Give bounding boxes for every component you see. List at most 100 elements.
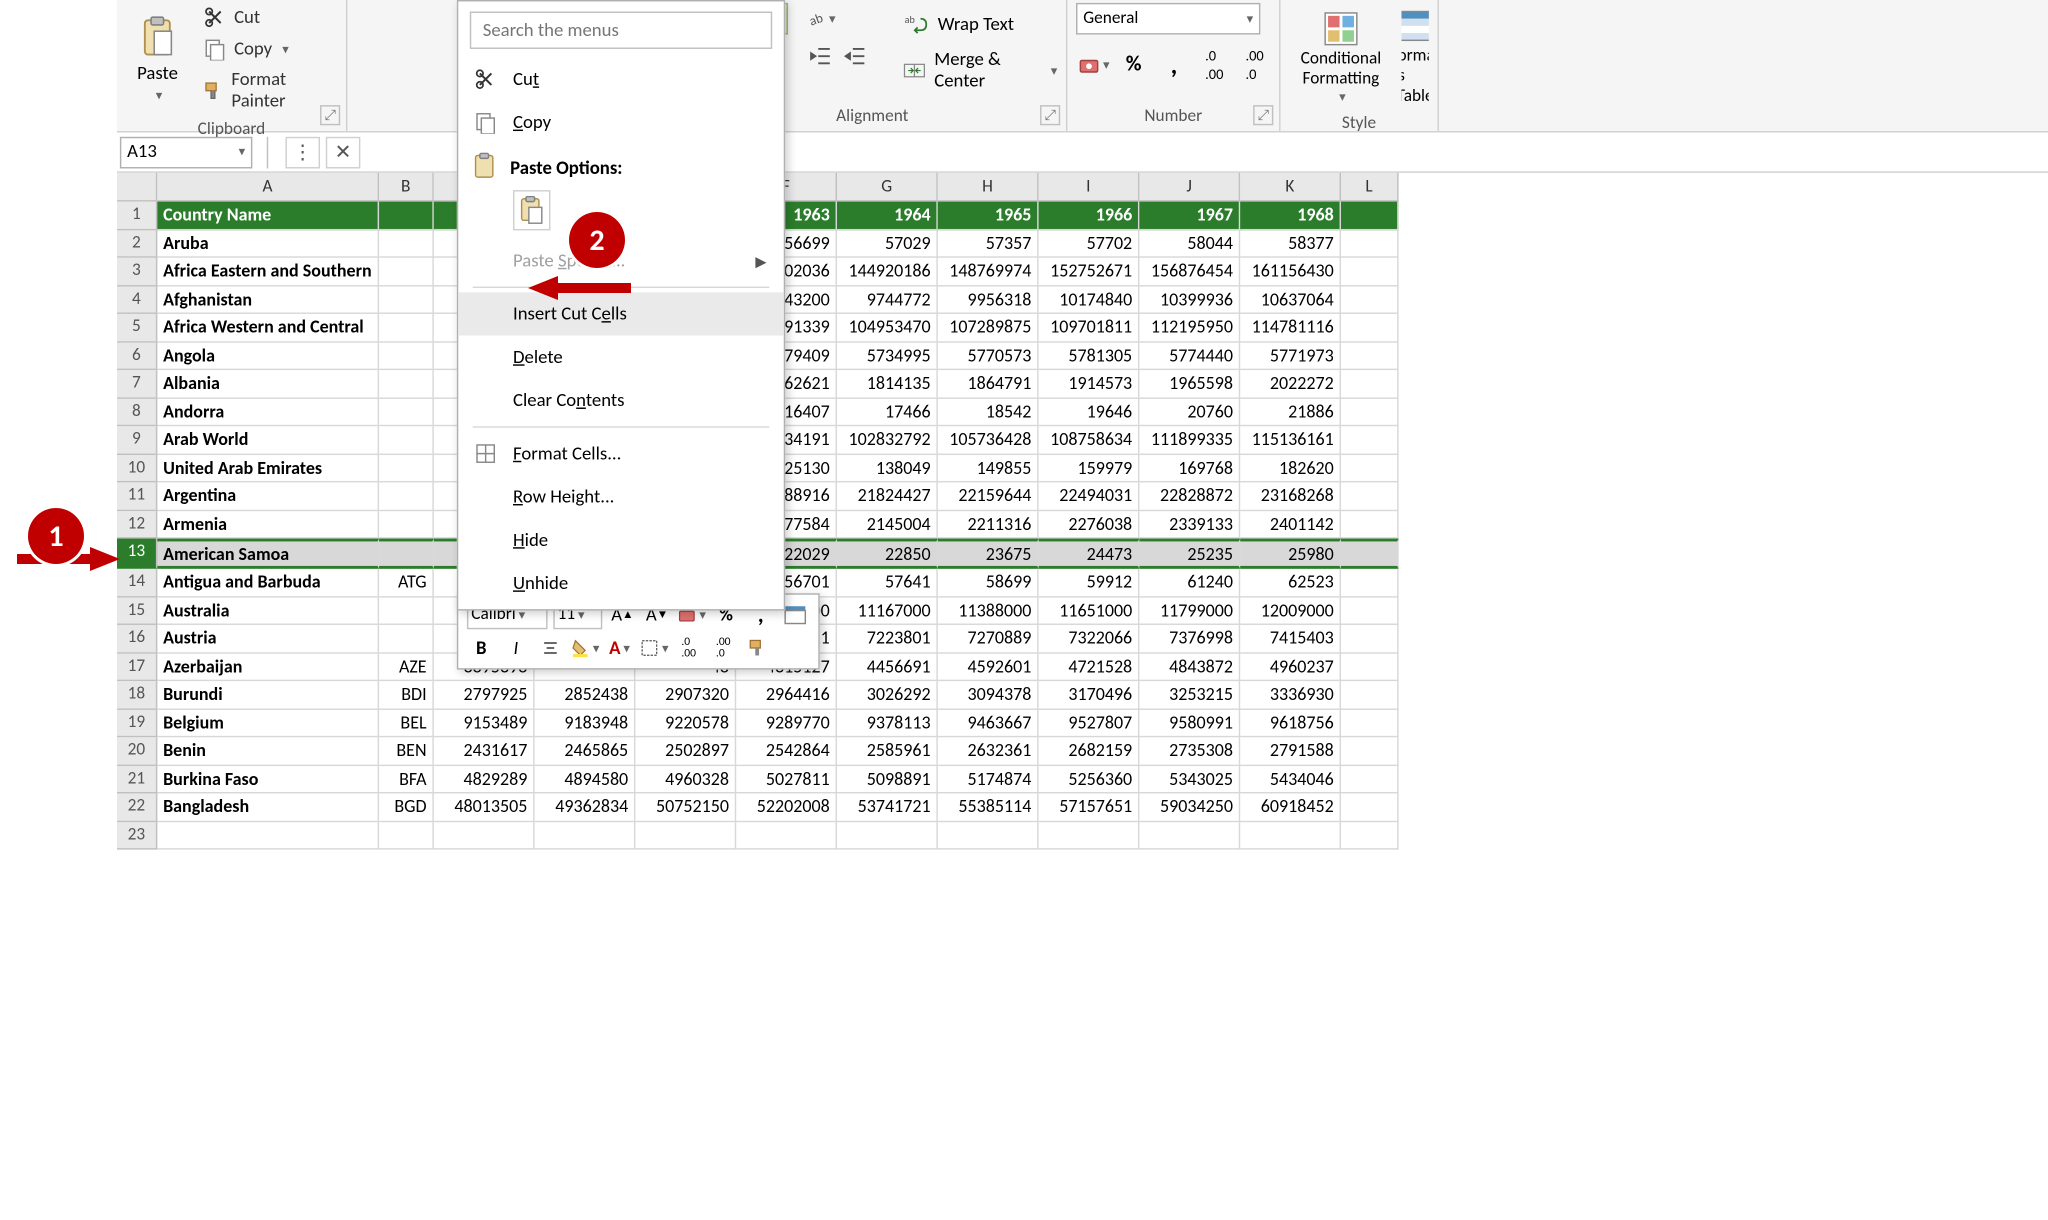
cell[interactable]: 144920186 (837, 258, 938, 286)
cell[interactable]: 2682159 (1039, 737, 1140, 765)
cell[interactable]: 1965 (938, 202, 1039, 230)
mini-bold-button[interactable]: B (467, 634, 496, 663)
cell[interactable]: 2791588 (1240, 737, 1341, 765)
cell[interactable]: 156876454 (1139, 258, 1240, 286)
cell[interactable]: 109701811 (1039, 314, 1140, 342)
cell[interactable]: Albania (157, 370, 379, 398)
percent-button[interactable]: % (1116, 49, 1151, 81)
cell[interactable] (1341, 454, 1399, 482)
cell[interactable] (379, 230, 434, 258)
cell[interactable] (1341, 342, 1399, 370)
cell[interactable]: 5343025 (1139, 765, 1240, 793)
select-all-corner[interactable] (117, 173, 157, 202)
cell[interactable]: 5771973 (1240, 342, 1341, 370)
cell[interactable]: 2339133 (1139, 510, 1240, 538)
cell[interactable] (1341, 286, 1399, 314)
cell[interactable]: 5770573 (938, 342, 1039, 370)
cell[interactable]: 1964 (837, 202, 938, 230)
column-header-K[interactable]: K (1240, 173, 1341, 202)
mini-decrease-decimal[interactable]: .00.0 (709, 634, 738, 663)
row-header[interactable]: 2 (117, 230, 157, 258)
cell[interactable] (379, 258, 434, 286)
cell[interactable]: Benin (157, 737, 379, 765)
cell[interactable]: 2907320 (635, 681, 736, 709)
row-header[interactable]: 20 (117, 737, 157, 765)
cell[interactable]: 4960328 (635, 765, 736, 793)
row-header[interactable]: 11 (117, 482, 157, 510)
cell[interactable] (379, 510, 434, 538)
cell[interactable]: 2401142 (1240, 510, 1341, 538)
cell[interactable]: 148769974 (938, 258, 1039, 286)
increase-indent-button[interactable] (840, 40, 872, 72)
column-header-H[interactable]: H (938, 173, 1039, 202)
cell[interactable]: 59034250 (1139, 793, 1240, 821)
conditional-formatting-button[interactable]: Conditional Formatting▾ (1289, 5, 1393, 107)
cell[interactable]: 2431617 (434, 737, 535, 765)
row-header[interactable]: 17 (117, 653, 157, 681)
mini-format-painter[interactable] (743, 634, 772, 663)
cell[interactable]: 9744772 (837, 286, 938, 314)
cell[interactable]: 4829289 (434, 765, 535, 793)
mini-fill-color-button[interactable]: ▾ (571, 634, 600, 663)
cell[interactable]: Belgium (157, 709, 379, 737)
cell[interactable]: 9463667 (938, 709, 1039, 737)
menu-unhide[interactable]: Unhide (458, 562, 783, 605)
cell[interactable]: 11799000 (1139, 597, 1240, 625)
cell[interactable]: 3094378 (938, 681, 1039, 709)
cell[interactable]: 62523 (1240, 569, 1341, 597)
cell[interactable] (1341, 625, 1399, 653)
cell[interactable]: BFA (379, 765, 434, 793)
accounting-format-button[interactable]: ▾ (1076, 49, 1111, 81)
cell[interactable]: 138049 (837, 454, 938, 482)
cell[interactable]: BDI (379, 681, 434, 709)
cell[interactable]: 11167000 (837, 597, 938, 625)
cell[interactable]: 57641 (837, 569, 938, 597)
cell[interactable] (379, 398, 434, 426)
cell[interactable]: 57357 (938, 230, 1039, 258)
cell[interactable] (1341, 765, 1399, 793)
cell[interactable]: 9289770 (736, 709, 837, 737)
cell[interactable]: 53741721 (837, 793, 938, 821)
row-header[interactable]: 7 (117, 370, 157, 398)
cell[interactable] (379, 482, 434, 510)
cell[interactable]: 2632361 (938, 737, 1039, 765)
cell[interactable]: 52202008 (736, 793, 837, 821)
row-header[interactable]: 22 (117, 793, 157, 821)
cell[interactable] (379, 597, 434, 625)
cell[interactable]: 58377 (1240, 230, 1341, 258)
column-header-L[interactable]: L (1341, 173, 1399, 202)
cell[interactable]: 105736428 (938, 426, 1039, 454)
cell[interactable]: 22828872 (1139, 482, 1240, 510)
cell[interactable]: 1966 (1039, 202, 1140, 230)
cell[interactable]: 17466 (837, 398, 938, 426)
cell[interactable]: 3336930 (1240, 681, 1341, 709)
cell[interactable]: Azerbaijan (157, 653, 379, 681)
cell[interactable] (1341, 569, 1399, 597)
cell[interactable]: ATG (379, 569, 434, 597)
cell[interactable]: 58699 (938, 569, 1039, 597)
cell[interactable]: 59912 (1039, 569, 1140, 597)
number-format-select[interactable]: General ▾ (1076, 3, 1260, 35)
cell[interactable]: 9956318 (938, 286, 1039, 314)
cell[interactable]: 21886 (1240, 398, 1341, 426)
cell[interactable] (635, 822, 736, 850)
cell[interactable]: 107289875 (938, 314, 1039, 342)
wrap-text-button[interactable]: ab Wrap Text (895, 9, 1066, 41)
cell[interactable] (1341, 737, 1399, 765)
cell[interactable] (1341, 709, 1399, 737)
cell[interactable] (1341, 314, 1399, 342)
cell[interactable]: 108758634 (1039, 426, 1140, 454)
cell[interactable]: 11651000 (1039, 597, 1140, 625)
row-header[interactable]: 19 (117, 709, 157, 737)
mini-align-button[interactable] (536, 634, 565, 663)
row-header[interactable]: 23 (117, 822, 157, 850)
cell[interactable]: 111899335 (1139, 426, 1240, 454)
row-header[interactable]: 3 (117, 258, 157, 286)
cell[interactable]: 49362834 (535, 793, 636, 821)
cell[interactable]: 25235 (1139, 539, 1240, 569)
cell[interactable] (379, 202, 434, 230)
cell[interactable]: 23168268 (1240, 482, 1341, 510)
cell[interactable]: Afghanistan (157, 286, 379, 314)
cell[interactable]: 10174840 (1039, 286, 1140, 314)
cell[interactable]: BEN (379, 737, 434, 765)
